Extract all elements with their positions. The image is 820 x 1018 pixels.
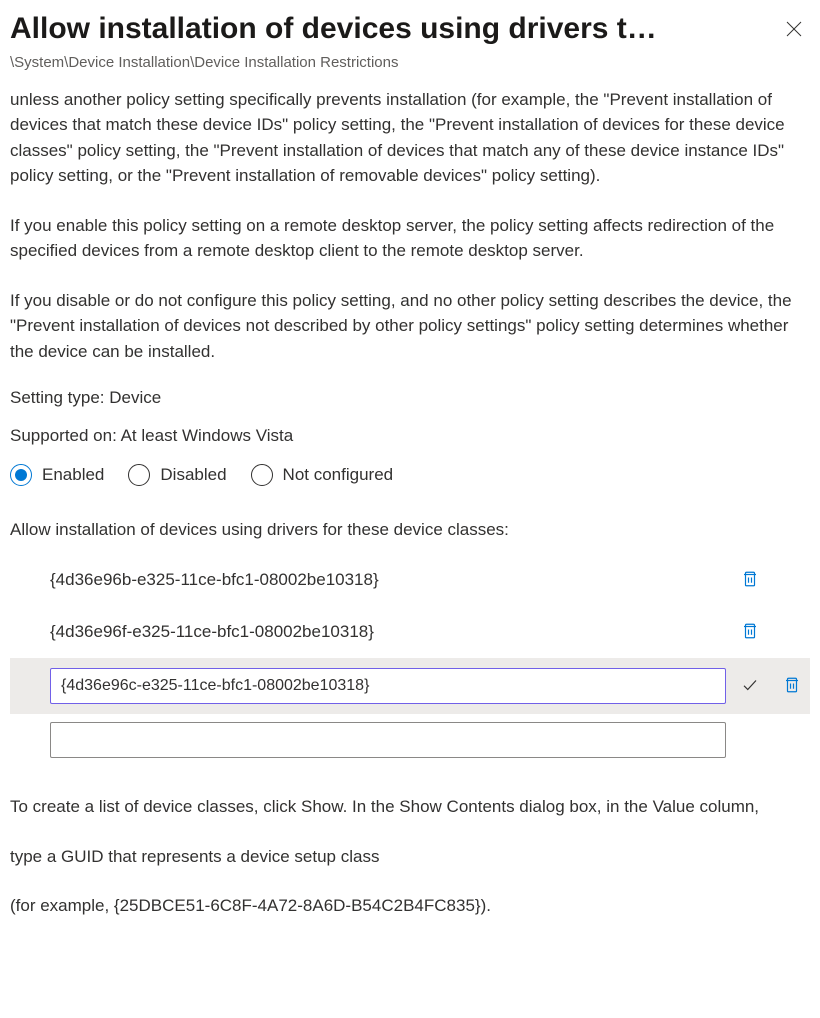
state-radio-group: Enabled Disabled Not configured [10,464,810,486]
description-para: unless another policy setting specifical… [10,87,810,189]
radio-label: Enabled [42,465,104,485]
delete-button[interactable] [774,668,810,704]
radio-icon [128,464,150,486]
description-block: unless another policy setting specifical… [10,87,810,365]
delete-button[interactable] [732,614,768,650]
check-icon [741,676,759,697]
help-para: To create a list of device classes, clic… [10,794,810,820]
close-icon [786,21,802,40]
description-para: If you disable or do not configure this … [10,288,810,365]
list-item: {4d36e96f-e325-11ce-bfc1-08002be10318} [10,606,810,658]
device-class-new-input[interactable] [50,722,726,758]
help-para: type a GUID that represents a device set… [10,844,810,870]
page-title: Allow installation of devices using driv… [10,10,778,48]
radio-icon [10,464,32,486]
description-para: If you enable this policy setting on a r… [10,213,810,264]
setting-type: Setting type: Device [10,388,810,408]
help-text-block: To create a list of device classes, clic… [10,794,810,919]
radio-disabled[interactable]: Disabled [128,464,226,486]
device-classes-list: {4d36e96b-e325-11ce-bfc1-08002be10318} {… [10,554,810,766]
device-class-input[interactable] [50,668,726,704]
radio-label: Not configured [283,465,394,485]
help-para: (for example, {25DBCE51-6C8F-4A72-8A6D-B… [10,893,810,919]
list-item-editing [10,658,810,714]
trash-icon [783,676,801,697]
list-item-text: {4d36e96b-e325-11ce-bfc1-08002be10318} [50,570,726,590]
radio-enabled[interactable]: Enabled [10,464,104,486]
radio-not-configured[interactable]: Not configured [251,464,394,486]
breadcrumb: \System\Device Installation\Device Insta… [10,54,810,71]
list-item: {4d36e96b-e325-11ce-bfc1-08002be10318} [10,554,810,606]
radio-label: Disabled [160,465,226,485]
trash-icon [741,570,759,591]
radio-icon [251,464,273,486]
confirm-button[interactable] [732,668,768,704]
supported-on: Supported on: At least Windows Vista [10,426,810,446]
close-button[interactable] [778,14,810,46]
list-item-new [10,714,810,766]
trash-icon [741,622,759,643]
list-item-text: {4d36e96f-e325-11ce-bfc1-08002be10318} [50,622,726,642]
delete-button[interactable] [732,562,768,598]
device-classes-label: Allow installation of devices using driv… [10,520,810,540]
